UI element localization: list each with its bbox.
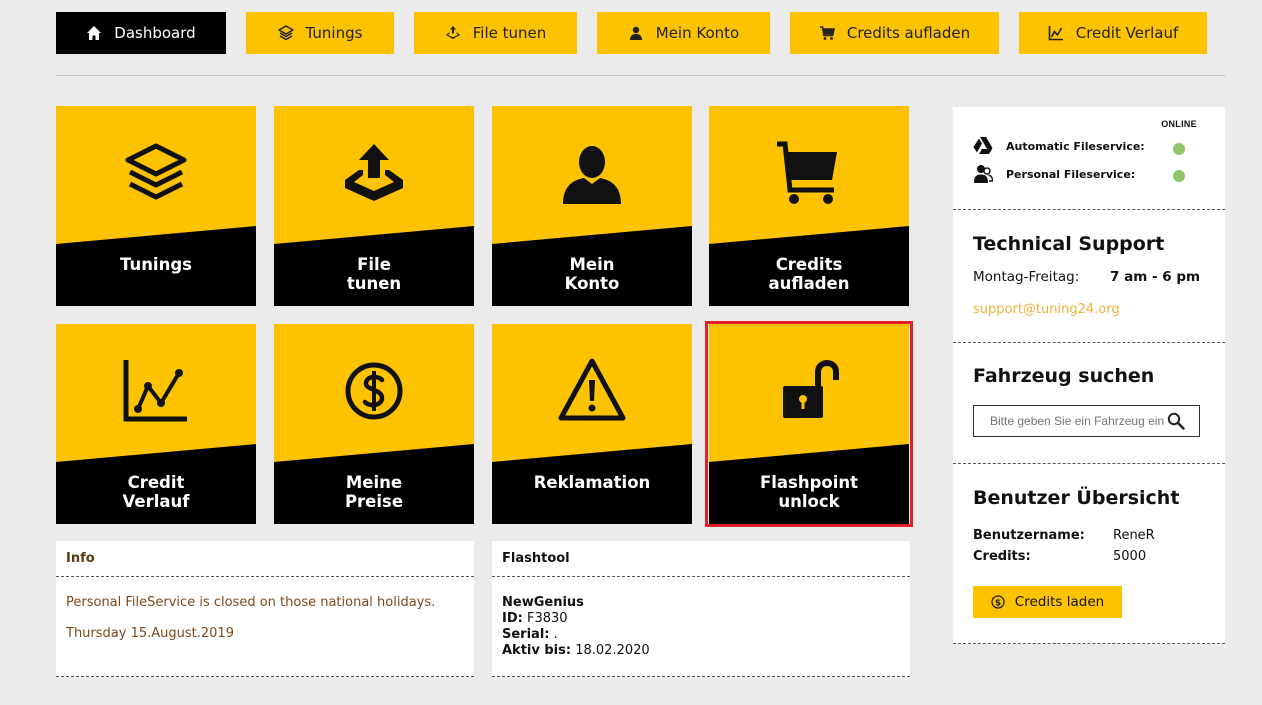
svg-text:$: $ [995, 598, 1001, 608]
search-icon[interactable] [1167, 412, 1185, 430]
tile-label: File tunen [346, 255, 402, 293]
right-sidebar: ONLINE Automatic Fileservice: Personal F… [953, 107, 1225, 644]
top-navigation: Dashboard Tunings File tunen Mein Konto … [56, 12, 1226, 54]
support-title: Technical Support [973, 233, 1165, 255]
nav-dashboard-button[interactable]: Dashboard [56, 12, 226, 54]
flashtool-name: NewGenius [502, 595, 584, 610]
flashtool-id: F3830 [526, 611, 568, 626]
nav-label: Mein Konto [655, 24, 740, 42]
tile-meine-preise[interactable]: Meine Preise [274, 324, 474, 524]
tile-mein-konto[interactable]: Mein Konto [492, 106, 692, 306]
nav-label: Tunings [305, 24, 363, 42]
tile-credit-verlauf[interactable]: Credit Verlauf [56, 324, 256, 524]
username-value: ReneR [1113, 528, 1155, 543]
users-icon [974, 165, 993, 183]
flashtool-serial-label: Serial: [502, 627, 550, 642]
dollar-icon [345, 362, 403, 420]
flashtool-serial: . [553, 627, 558, 642]
chart-icon [123, 360, 187, 422]
tile-file-tunen[interactable]: File tunen [274, 106, 474, 306]
chart-icon [1048, 26, 1063, 41]
home-icon [87, 26, 102, 40]
online-header: ONLINE [1161, 119, 1197, 129]
user-icon [563, 146, 621, 204]
vehicle-search-box [973, 405, 1200, 437]
upload-icon [445, 26, 460, 39]
nav-label: Credits aufladen [846, 24, 971, 42]
tile-tunings[interactable]: Tunings [56, 106, 256, 306]
cart-icon [777, 141, 837, 204]
upload-icon [345, 144, 403, 201]
dollar-icon: $ [991, 595, 1005, 609]
technical-support: Technical Support Montag-Freitag: 7 am - … [953, 210, 1225, 343]
flashtool-aktiv-label: Aktiv bis: [502, 643, 572, 658]
unlock-icon [783, 360, 839, 418]
cart-icon [819, 26, 835, 40]
support-hours: Montag-Freitag: 7 am - 6 pm [973, 269, 1201, 285]
layers-icon [277, 25, 294, 41]
flashtool-id-label: ID: [502, 611, 523, 626]
nav-label: Dashboard [114, 24, 196, 42]
info-panel: Info Personal FileService is closed on t… [56, 541, 474, 677]
vehicle-search: Fahrzeug suchen [953, 343, 1225, 464]
service-status: ONLINE Automatic Fileservice: Personal F… [953, 107, 1225, 210]
tile-label: Mein Konto [564, 255, 620, 293]
info-panel-title: Info [56, 541, 474, 577]
tile-label: Tunings [120, 255, 192, 274]
nav-credit-verlauf-button[interactable]: Credit Verlauf [1019, 12, 1207, 54]
personal-status-dot [1173, 170, 1185, 182]
layers-icon [125, 143, 187, 200]
nav-label: Credit Verlauf [1075, 24, 1179, 42]
tile-reklamation[interactable]: Reklamation [492, 324, 692, 524]
automatic-fileservice: Automatic Fileservice: [973, 136, 1145, 156]
vehicle-search-title: Fahrzeug suchen [973, 365, 1155, 387]
user-overview-title: Benutzer Übersicht [973, 487, 1180, 509]
tile-label: Credits aufladen [768, 255, 850, 293]
flashtool-panel: Flashtool NewGenius ID: F3830 Serial: . … [492, 541, 910, 677]
tile-credits-aufladen[interactable]: Credits aufladen [709, 106, 909, 306]
credits-laden-button[interactable]: $ Credits laden [973, 586, 1122, 618]
tile-label: Meine Preise [344, 473, 404, 511]
flashtool-aktiv: 18.02.2020 [575, 643, 650, 658]
nav-file-tunen-button[interactable]: File tunen [414, 12, 577, 54]
nav-mein-konto-button[interactable]: Mein Konto [597, 12, 770, 54]
tile-label: Credit Verlauf [122, 473, 190, 511]
credits-row: Credits: 5000 [973, 549, 1147, 564]
info-message: Personal FileService is closed on those … [66, 595, 436, 610]
tile-label: Reklamation [533, 473, 651, 492]
drive-icon [973, 137, 993, 154]
tile-flashpoint-unlock[interactable]: Flashpoint unlock [709, 324, 909, 524]
personal-fileservice: Personal Fileservice: [973, 164, 1135, 184]
user-overview: Benutzer Übersicht Benutzername: ReneR Cr… [953, 464, 1225, 644]
flashtool-panel-title: Flashtool [492, 541, 910, 577]
warning-icon [558, 358, 626, 421]
automatic-status-dot [1173, 143, 1185, 155]
nav-tunings-button[interactable]: Tunings [246, 12, 394, 54]
user-icon [629, 26, 642, 40]
username-row: Benutzername: ReneR [973, 528, 1155, 543]
nav-credits-aufladen-button[interactable]: Credits aufladen [790, 12, 999, 54]
tile-label: Flashpoint unlock [759, 473, 859, 511]
credits-value: 5000 [1113, 549, 1147, 564]
vehicle-search-input[interactable] [974, 406, 1166, 436]
nav-label: File tunen [472, 24, 547, 42]
info-date: Thursday 15.August.2019 [66, 626, 234, 641]
support-email-link[interactable]: support@tuning24.org [973, 302, 1120, 317]
nav-divider [56, 75, 1226, 76]
